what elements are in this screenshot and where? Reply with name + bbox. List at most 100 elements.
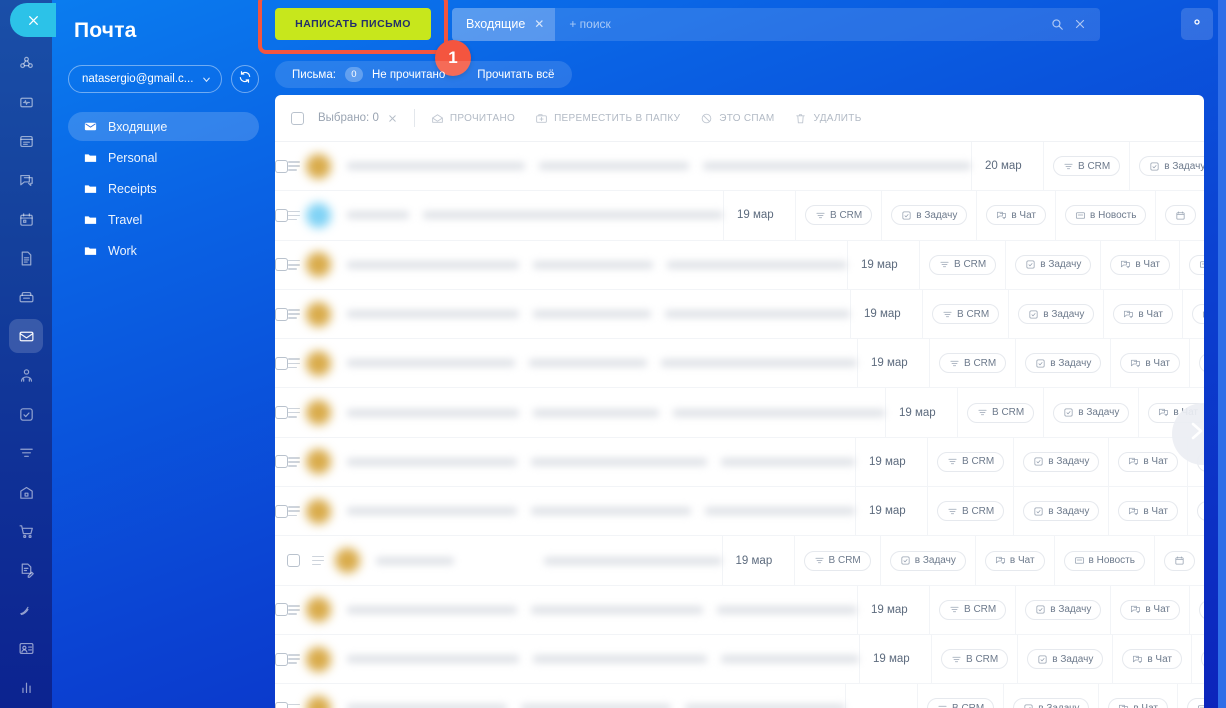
row-action-3[interactable]: в Новость [1177,684,1204,708]
row-action-3[interactable]: в Новость [1179,240,1204,289]
row-action-1[interactable]: в Задачу [879,536,975,585]
sidebar-folder-входящие[interactable]: Входящие [68,112,259,141]
table-row[interactable]: 19 марВ CRMв Задачув Чатв Новость [275,487,1204,537]
row-drag-handle[interactable] [288,309,300,319]
bulk-action-1[interactable]: ПЕРЕМЕСТИТЬ В ПАПКУ [535,112,680,125]
row-action-3[interactable]: в Новость [1191,634,1204,684]
row-checkbox[interactable] [275,455,288,469]
rail-item-news-feed[interactable] [9,124,43,158]
row-action-0[interactable]: В CRM [1043,142,1129,191]
sidebar-folder-receipts[interactable]: Receipts [68,174,259,203]
row-action-0[interactable]: В CRM [927,487,1013,536]
row-checkbox[interactable] [275,406,288,420]
rail-item-network[interactable] [9,46,43,80]
row-action-0[interactable]: В CRM [917,684,1003,708]
row-drag-handle[interactable] [288,703,300,708]
row-action-1[interactable]: в Задачу [1013,487,1108,536]
row-action-3[interactable]: в Новость [1055,191,1155,240]
select-all-checkbox[interactable] [291,111,304,125]
rail-item-tasks[interactable] [9,397,43,431]
row-action-3[interactable]: в Новость [1182,289,1204,339]
row-action-1[interactable]: в Задачу [1008,289,1103,339]
search-input[interactable]: + поиск [555,17,1050,31]
rail-item-pulse[interactable] [9,85,43,119]
row-action-2[interactable]: в Чат [1098,684,1177,708]
rail-item-analytics[interactable] [9,670,43,704]
row-drag-handle[interactable] [288,407,300,418]
row-action-4[interactable] [1153,536,1204,585]
row-action-2[interactable]: в Чат [1110,585,1189,634]
row-action-1[interactable]: в Задачу [1017,634,1112,684]
rail-item-marketing[interactable] [9,592,43,626]
row-drag-handle[interactable] [288,259,300,270]
row-action-1[interactable]: в Задачу [1129,142,1204,191]
row-action-0[interactable]: В CRM [922,289,1008,339]
row-drag-handle[interactable] [288,654,300,664]
row-action-2[interactable]: в Чат [1112,634,1191,684]
close-x-icon[interactable] [1073,17,1087,31]
row-drag-handle[interactable] [311,555,329,566]
row-action-0[interactable]: В CRM [793,536,880,585]
account-selector[interactable]: natasergio@gmail.c... [68,65,222,93]
sidebar-folder-personal[interactable]: Personal [68,143,259,172]
row-action-2[interactable]: в Чат [974,536,1054,585]
bulk-action-2[interactable]: ЭТО СПАМ [700,112,774,125]
read-all-button[interactable]: Прочитать всё [477,69,554,81]
row-checkbox[interactable] [275,603,288,617]
search-filter-tab[interactable]: Входящие ✕ [452,7,556,41]
rail-item-shop[interactable] [9,514,43,548]
search-bar[interactable]: Входящие ✕ + поиск [452,7,1100,41]
row-action-3[interactable]: в Новость [1053,536,1154,585]
search-icon[interactable] [1050,17,1064,31]
table-row[interactable]: 19 марВ CRMв Задачув Чатв Новость [275,388,1204,438]
rail-item-calendar[interactable] [9,202,43,236]
rail-item-chat[interactable] [9,163,43,197]
close-panel-button[interactable] [10,3,56,37]
row-action-2[interactable]: в Чат [1103,289,1182,339]
row-action-2[interactable]: в Чат [1100,240,1179,289]
row-checkbox[interactable] [275,701,288,708]
bulk-action-3[interactable]: УДАЛИТЬ [794,112,861,125]
rail-item-crm-funnel[interactable] [9,436,43,470]
rail-item-company[interactable] [9,475,43,509]
unread-filter[interactable]: Не прочитано [372,69,445,81]
row-action-1[interactable]: в Задачу [1005,240,1100,289]
table-row[interactable]: 19 марВ CRMв Задачув Чатв Новость [275,634,1204,685]
rail-item-contacts[interactable] [9,631,43,665]
table-row[interactable]: 19 марВ CRMв Задачув Чатв Новость [275,339,1204,389]
row-action-0[interactable]: В CRM [919,240,1005,289]
sidebar-folder-travel[interactable]: Travel [68,205,259,234]
row-action-0[interactable]: В CRM [957,388,1043,437]
table-row[interactable]: В CRM в Задачу в Чат в Новость [275,684,1204,708]
row-checkbox[interactable] [286,554,300,568]
table-row[interactable]: 20 марВ CRMв Задачув Чатв Новость [275,142,1204,192]
row-action-2[interactable]: в Чат [1108,487,1187,536]
row-action-3[interactable]: в Новость [1189,339,1204,388]
row-checkbox[interactable] [275,258,288,272]
row-drag-handle[interactable] [288,457,300,467]
refresh-button[interactable] [231,65,259,93]
sidebar-folder-work[interactable]: Work [68,236,259,265]
vertical-scrollbar[interactable] [1218,0,1226,708]
bulk-action-0[interactable]: ПРОЧИТАНО [431,112,515,125]
table-row[interactable]: 19 марВ CRMв Задачув Чатв Новость [275,585,1204,635]
row-action-3[interactable]: в Новость [1187,487,1204,536]
row-checkbox[interactable] [275,307,288,321]
row-checkbox[interactable] [275,652,288,666]
table-row[interactable]: 19 марВ CRMв Задачув Чатв Новость [275,437,1204,488]
row-action-1[interactable]: в Задачу [1015,339,1110,388]
table-row[interactable]: 19 марВ CRMв Задачув Чатв Новость [275,191,1204,241]
row-action-0[interactable]: В CRM [929,585,1015,634]
rail-item-signing[interactable] [9,553,43,587]
rail-item-group[interactable] [9,358,43,392]
row-drag-handle[interactable] [288,161,300,172]
row-action-4[interactable] [1155,191,1204,240]
row-action-0[interactable]: В CRM [795,191,881,240]
row-action-0[interactable]: В CRM [931,634,1017,684]
row-checkbox[interactable] [275,504,288,518]
compose-button[interactable]: НАПИСАТЬ ПИСЬМО [275,8,431,40]
row-action-1[interactable]: в Задачу [1015,585,1110,634]
row-action-2[interactable]: в Чат [1110,339,1189,388]
table-row[interactable]: 19 марВ CRMв Задачув Чатв Новость [275,536,1204,586]
row-checkbox[interactable] [275,356,288,370]
